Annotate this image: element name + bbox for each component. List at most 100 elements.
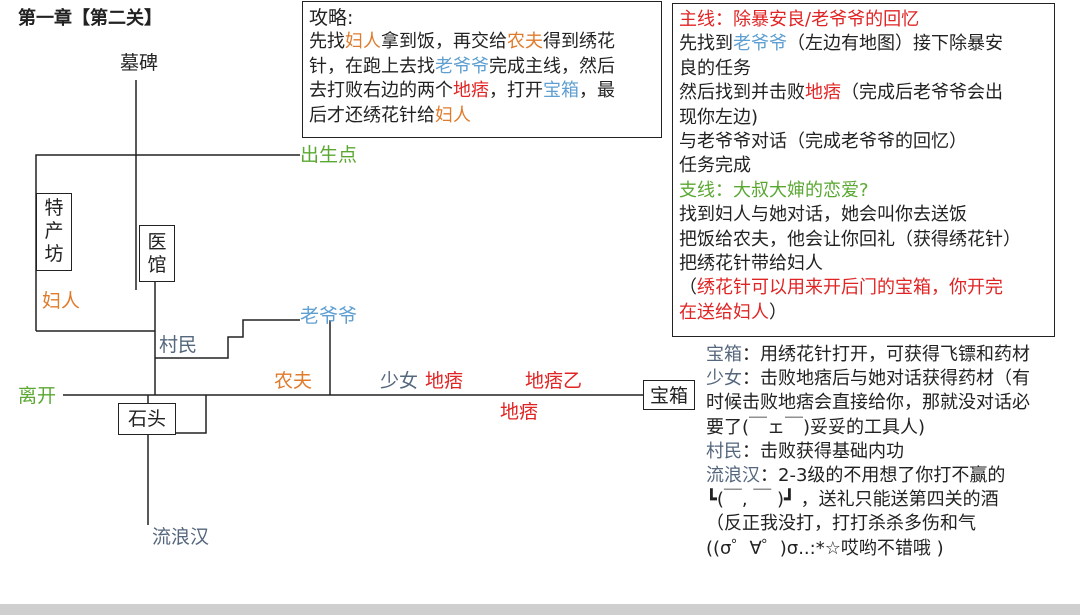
label-girl: 少女 [380, 370, 419, 392]
text-line: （绣花针可以用来开后门的宝箱，你开完 [679, 276, 1048, 300]
text-line: 先找到老爷爷（左边有地图）接下除暴安 [679, 32, 1048, 56]
text-segment: 主线：除暴安良/老爷爷的回忆 [679, 9, 920, 30]
text-segment: 任务完成 [679, 155, 751, 177]
chest-box: 宝箱 [643, 380, 695, 410]
text-line: （反正我没打，打打杀杀多伤和气 [706, 512, 976, 536]
text-segment: 绣花针可以用来开后门的宝箱，你开完 [697, 277, 1003, 299]
text-line: 现你左边) [679, 106, 1048, 130]
text-line: 与老爷爷对话（完成老爷爷的回忆） [679, 130, 1048, 154]
text-line: 村民：击败获得基础内功 [706, 440, 904, 464]
stone-box: 石头 [118, 403, 176, 435]
text-line: 任务完成 [679, 154, 1048, 178]
page-title: 第一章【第二关】 [18, 8, 162, 29]
text-segment: 地痞 [805, 82, 841, 104]
label-tomb: 墓碑 [120, 52, 159, 74]
text-segment: ：2-3级的不用想了你打不赢的 [760, 465, 1006, 486]
specialty-shop-box: 特 产 坊 [36, 193, 72, 271]
text-segment: ） [769, 301, 787, 323]
label-woman: 妇人 [42, 290, 81, 312]
text-line: 针，在跑上去找老爷爷完成主线，然后 [309, 55, 655, 79]
text-segment: 农夫 [507, 31, 543, 53]
text-segment: 妇人 [345, 31, 381, 53]
text-segment: 支线：大叔大婶的恋爱? [679, 179, 869, 201]
text-segment: 现你左边) [679, 106, 759, 128]
label-chest: 宝箱 [649, 385, 688, 407]
text-segment: 针，在跑上去找 [309, 55, 435, 77]
text-segment: ：击败地痞后与她对话获得药材（有 [742, 368, 1030, 390]
text-segment: 得到绣花 [543, 31, 615, 53]
text-segment: 找到妇人与她对话，她会叫你去送饭 [679, 204, 967, 226]
text-line: 宝箱：用绣花针打开，可获得飞镖和药材 [706, 343, 1030, 367]
text-segment: 先找 [309, 31, 345, 53]
text-segment: 流浪汉 [706, 465, 760, 486]
text-line: 后才还绣花针给妇人 [309, 104, 655, 128]
text-segment: 在送给妇人 [679, 301, 769, 323]
text-line: 找到妇人与她对话，她会叫你去送饭 [679, 203, 1048, 227]
text-segment: 与老爷爷对话（完成老爷爷的回忆） [679, 131, 967, 153]
text-segment: 宝箱 [543, 80, 579, 102]
text-segment: 然后找到并击败 [679, 82, 805, 104]
text-segment: （完成后老爷爷会出 [841, 82, 1003, 104]
clinic-char-2: 馆 [147, 254, 167, 276]
text-line: 把绣花针带给妇人 [679, 252, 1048, 276]
text-segment: 老爷爷 [733, 33, 787, 55]
shop-char-1: 特 [44, 197, 64, 219]
label-ruffian-b: 地痞乙 [525, 370, 583, 392]
text-segment: 去打败右边的两个 [309, 80, 453, 102]
text-segment: 把绣花针带给妇人 [679, 253, 823, 275]
shop-char-3: 坊 [44, 243, 64, 265]
text-segment: ((σ゜∀゜)σ..:*☆哎哟不错哦 ) [706, 537, 944, 559]
text-line: 先找妇人拿到饭，再交给农夫得到绣花 [309, 30, 655, 54]
clinic-char-1: 医 [147, 231, 167, 253]
label-farmer: 农夫 [274, 370, 313, 392]
text-segment: （ [679, 277, 697, 299]
text-segment: 完成主线，然后 [489, 55, 615, 77]
text-segment: 后才还绣花针给 [309, 104, 435, 126]
text-segment: ：击败获得基础内功 [742, 440, 904, 462]
text-segment: 把饭给农夫，他会让你回礼（获得绣花针） [679, 228, 1021, 250]
stone-right [176, 395, 207, 434]
notes-block: 宝箱：用绣花针打开，可获得飞镖和药材 少女：击败地痞后与她对话获得药材（有 时候击败… [706, 343, 1076, 573]
text-segment: 老爷爷 [435, 55, 489, 77]
label-villager: 村民 [159, 334, 198, 356]
strategy-heading: 攻略: [309, 7, 354, 29]
quest-lines: 主线：除暴安良/老爷爷的回忆 先找到老爷爷（左边有地图）接下除暴安 良的任务 然后找到… [679, 8, 1048, 325]
text-segment: 时候击败地痞会直接给你，那就没对话必 [706, 392, 1030, 414]
label-ruffian-2: 地痞 [500, 401, 539, 423]
text-segment: ，最 [579, 80, 615, 102]
text-segment: 先找到 [679, 33, 733, 55]
label-stone: 石头 [127, 408, 166, 430]
label-ruffian-1: 地痞 [425, 370, 464, 392]
text-segment: 要了(￣ェ￣)妥妥的工具人) [706, 416, 926, 438]
text-segment: 宝箱 [706, 344, 742, 365]
label-leave: 离开 [18, 385, 57, 407]
label-spawn: 出生点 [300, 144, 358, 166]
text-line: 把饭给农夫，他会让你回礼（获得绣花针） [679, 228, 1048, 252]
text-line: 流浪汉：2-3级的不用想了你打不赢的 [706, 464, 1005, 488]
text-segment: 良的任务 [679, 57, 751, 79]
text-segment: 地痞 [453, 80, 489, 102]
text-segment: 妇人 [435, 104, 471, 126]
text-line: 时候击败地痞会直接给你，那就没对话必 [706, 391, 1030, 415]
text-segment: （左边有地图）接下除暴安 [787, 33, 1003, 55]
text-line: 主线：除暴安良/老爷爷的回忆 [679, 8, 1048, 32]
text-segment: （反正我没打，打打杀杀多伤和气 [706, 513, 976, 535]
text-line: 在送给妇人） [679, 301, 1048, 325]
text-line: ((σ゜∀゜)σ..:*☆哎哟不错哦 ) [706, 537, 944, 561]
bottom-bar [0, 604, 1080, 615]
text-segment: ，打开 [489, 80, 543, 102]
quest-panel: 主线：除暴安良/老爷爷的回忆 先找到老爷爷（左边有地图）接下除暴安 良的任务 然后找到… [672, 3, 1055, 337]
text-line: 支线：大叔大婶的恋爱? [679, 179, 1048, 203]
text-segment: ：用绣花针打开，可获得飞镖和药材 [742, 344, 1030, 365]
text-line: ┗(￣, ￣ )┛ ，送礼只能送第四关的酒 [706, 488, 999, 512]
label-vagrant: 流浪汉 [152, 526, 210, 548]
text-segment: 拿到饭，再交给 [381, 31, 507, 53]
shop-char-2: 产 [44, 220, 64, 242]
text-line: 然后找到并击败地痞（完成后老爷爷会出 [679, 81, 1048, 105]
clinic-box: 医 馆 [139, 225, 175, 282]
text-line: 少女：击败地痞后与她对话获得药材（有 [706, 367, 1030, 391]
strategy-panel: 攻略: 先找妇人拿到饭，再交给农夫得到绣花 针，在跑上去找老爷爷完成主线，然后 去打… [302, 1, 662, 138]
text-line: 去打败右边的两个地痞，打开宝箱，最 [309, 79, 655, 103]
strategy-lines: 先找妇人拿到饭，再交给农夫得到绣花 针，在跑上去找老爷爷完成主线，然后 去打败右边的… [309, 30, 655, 128]
level-map-diagram: 第一章【第二关】 墓碑 出生点 特 产 坊 医 馆 妇人 老爷爷 村民 离开 农… [0, 0, 1080, 615]
